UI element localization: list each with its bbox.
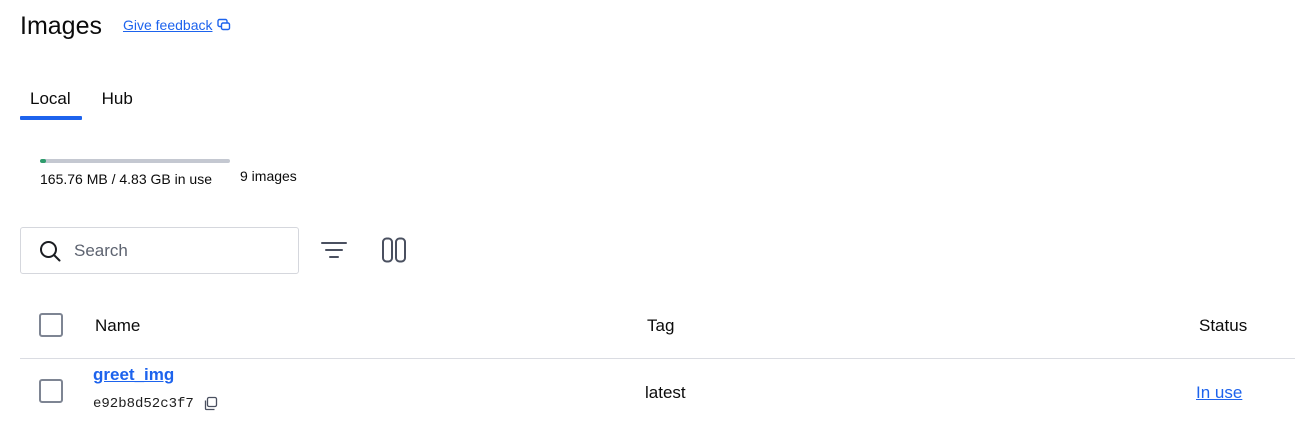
search-icon <box>39 240 61 262</box>
image-status-link[interactable]: In use <box>1196 383 1242 403</box>
copy-icon <box>203 396 218 411</box>
give-feedback-label: Give feedback <box>122 17 213 33</box>
disk-usage-fill <box>40 159 47 163</box>
column-header-name[interactable]: Name <box>95 316 140 336</box>
copy-id-button[interactable] <box>203 396 218 411</box>
columns-icon <box>380 236 408 264</box>
filter-icon <box>320 239 348 261</box>
disk-usage-text: 165.76 MB / 4.83 GB in use <box>40 171 212 187</box>
feedback-icon <box>217 18 231 32</box>
tab-hub[interactable]: Hub <box>92 86 144 118</box>
page-header: Images Give feedback <box>20 12 231 41</box>
image-id: e92b8d52c3f7 <box>93 396 194 412</box>
column-header-tag[interactable]: Tag <box>647 316 674 336</box>
disk-usage: 165.76 MB / 4.83 GB in use <box>40 159 230 187</box>
image-count: 9 images <box>240 168 297 184</box>
columns-button[interactable] <box>378 234 410 266</box>
give-feedback-link[interactable]: Give feedback <box>123 17 232 33</box>
search-box[interactable] <box>20 227 299 274</box>
row-checkbox[interactable] <box>39 379 63 403</box>
image-name-link[interactable]: greet_img <box>93 365 174 385</box>
page-title: Images <box>20 12 102 40</box>
images-table: Name Tag Status greet_img e92b8d52c3f7 l… <box>20 300 1295 423</box>
filter-button[interactable] <box>318 234 350 266</box>
search-input[interactable] <box>74 240 274 261</box>
table-header: Name Tag Status <box>20 300 1295 359</box>
column-header-status[interactable]: Status <box>1199 316 1247 336</box>
tab-bar: Local Hub <box>20 86 144 120</box>
select-all-checkbox[interactable] <box>39 313 63 337</box>
image-tag: latest <box>645 383 686 402</box>
tab-local[interactable]: Local <box>20 86 82 120</box>
disk-usage-bar <box>40 159 230 163</box>
table-row: greet_img e92b8d52c3f7 latest In use <box>20 359 1295 423</box>
